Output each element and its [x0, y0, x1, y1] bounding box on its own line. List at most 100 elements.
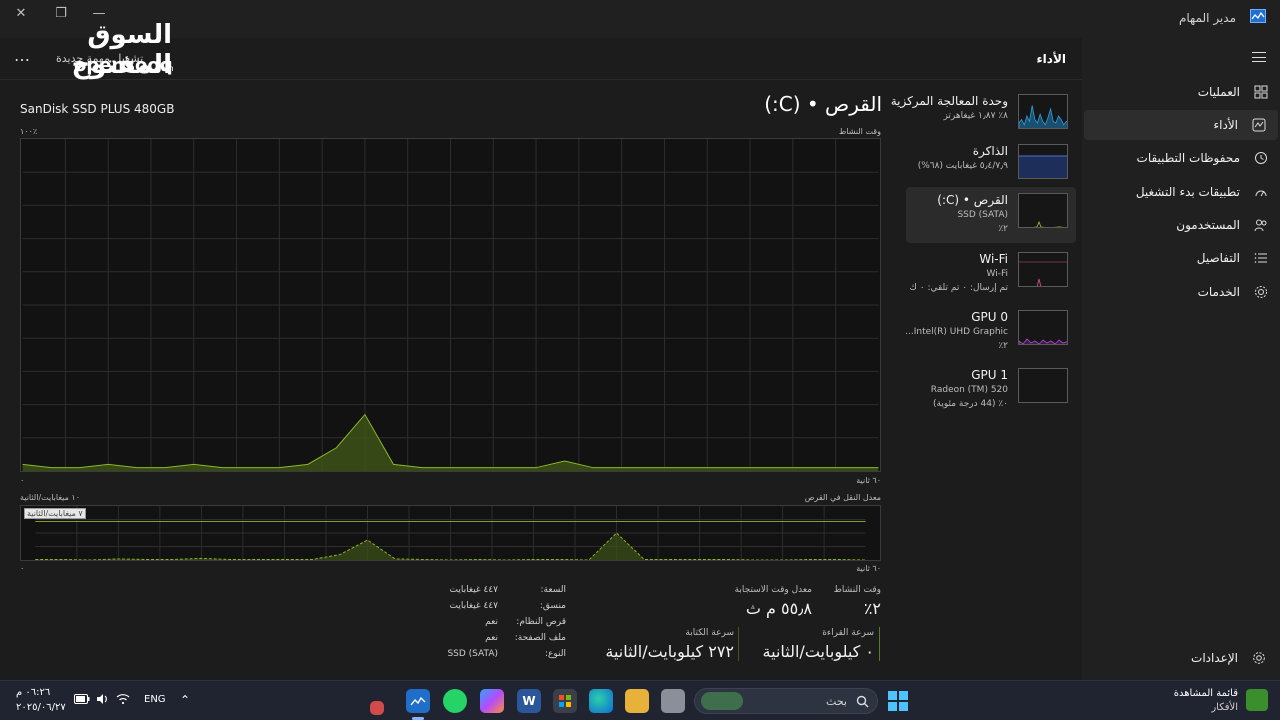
nav-item-users[interactable]: المستخدمون [1082, 210, 1280, 240]
nav-label: التفاصيل [1196, 251, 1240, 265]
nav-label: الخدمات [1197, 285, 1240, 299]
nav-label: الأداء [1213, 118, 1239, 132]
disk-title: القرص • (C:) [764, 92, 882, 116]
gpu0-thumbnail [1018, 310, 1068, 345]
chart1-zero: ٠ [20, 476, 25, 485]
resource-name: الذاكرة [972, 144, 1008, 158]
nav-item-processes[interactable]: العمليات [1082, 77, 1280, 107]
chart1-xmax: ٦٠ ثانية [856, 476, 881, 485]
edge-icon[interactable] [589, 689, 613, 713]
chart2-xmax: ٦٠ ثانية [856, 564, 881, 573]
resource-name: GPU 0 [971, 310, 1008, 324]
chart1-max: ١٠٠٪ [20, 127, 38, 136]
users-icon [1254, 219, 1267, 232]
wifi-icon[interactable] [116, 693, 130, 705]
watermark-logo: السوق المفتوح opensooq .com [22, 18, 182, 80]
resource-gpu0[interactable]: GPU 0 Intel(R) UHD Graphic... ٢٪ [905, 304, 1076, 360]
tray-overflow-chevron-icon[interactable]: ⌃ [180, 693, 190, 707]
type-value: SSD (SATA) [447, 649, 498, 659]
processes-icon [1254, 85, 1268, 99]
watermark-suffix: .com [154, 64, 174, 73]
language-indicator[interactable]: ENG [144, 694, 166, 705]
nav-sidebar: العمليات الأداء محفوظات التطبيقات تطبيقا… [1082, 38, 1280, 680]
word-icon[interactable]: W [517, 689, 541, 713]
resource-name: القرص • (C:) [937, 193, 1008, 207]
whatsapp-icon[interactable] [443, 689, 467, 713]
title-bar: ✕ ❐ — مدير المهام [0, 0, 1280, 38]
resource-usage: ٢٪ [998, 341, 1008, 351]
file-explorer-icon[interactable] [625, 689, 649, 713]
nav-item-performance[interactable]: الأداء [1084, 110, 1278, 140]
chart2-zero: ٠ [20, 564, 25, 573]
task-view-icon[interactable] [661, 689, 685, 713]
chart1-grid [22, 139, 879, 471]
response-time-label: معدل وقت الاستجابة [734, 585, 812, 595]
store-icon[interactable] [553, 689, 577, 713]
watchlist-title[interactable]: قائمة المشاهدة [1174, 688, 1238, 699]
nav-item-settings[interactable]: الإعدادات [1191, 651, 1266, 665]
nav-item-services[interactable]: الخدمات [1082, 277, 1280, 307]
resource-cpu[interactable]: وحدة المعالجة المركزية ٨٪ ١٫٨٧ غيغاهرتز [891, 88, 1076, 144]
capacity-value: ٤٤٧ غيغابايت [449, 585, 498, 595]
hamburger-menu-icon[interactable] [1252, 52, 1266, 62]
resource-memory[interactable]: الذاكرة ٥٫٤/٧٫٩ غيغابايت (٦٨%) [906, 138, 1076, 194]
read-speed-label: سرعة القراءة [822, 628, 874, 638]
copilot-icon[interactable] [480, 689, 504, 713]
chart1-label: وقت النشاط [838, 127, 881, 136]
task-manager-icon [1250, 9, 1266, 23]
resource-wifi[interactable]: Wi-Fi Wi-Fi تم إرسال: ٠ تم تلقي: ٠ ك [906, 246, 1076, 302]
taskbar: قائمة المشاهدة الأفكار بحث W ⌃ ENG ٠٦:٢٦… [0, 680, 1280, 720]
battery-icon[interactable] [74, 694, 90, 704]
resource-gpu1[interactable]: GPU 1 Radeon (TM) 520 ٠٪ (44 درجة مئوية) [906, 362, 1076, 418]
watchlist-subtitle: الأفكار [1211, 702, 1238, 713]
disk-sparkline [1033, 220, 1064, 227]
clock-date[interactable]: ٢٠٢٥/٠٦/٢٧ [16, 702, 66, 713]
memory-sparkline [1019, 155, 1067, 178]
wifi-thumbnail [1018, 252, 1068, 287]
nav-label: محفوظات التطبيقات [1136, 151, 1240, 165]
nav-item-details[interactable]: التفاصيل [1082, 243, 1280, 273]
resource-disk[interactable]: القرص • (C:) SSD (SATA) ٢٪ [906, 187, 1076, 243]
volume-icon[interactable] [96, 693, 110, 705]
search-placeholder: بحث [826, 695, 847, 708]
write-speed-value: ٢٧٢ كيلوبايت/الثانية [605, 642, 734, 661]
capacity-key: السعة: [540, 585, 566, 595]
windows-start-icon[interactable] [888, 691, 908, 711]
watchlist-icon[interactable] [1246, 689, 1268, 711]
clock-time[interactable]: ٠٦:٢٦ م [16, 687, 50, 698]
resource-detail: SSD (SATA) [957, 210, 1008, 220]
gear-icon [1253, 652, 1265, 664]
active-time-chart [20, 138, 881, 472]
resource-detail: Wi-Fi [986, 269, 1008, 279]
nav-label: تطبيقات بدء التشغيل [1135, 185, 1240, 199]
system-disk-key: قرص النظام: [516, 617, 566, 627]
chart2-inner-label: ٧ ميغابايت/الثانية [24, 508, 86, 519]
formatted-key: منسق: [539, 601, 566, 611]
transfer-rate-chart [20, 505, 881, 561]
write-divider [738, 627, 739, 661]
write-speed-label: سرعة الكتابة [685, 628, 734, 638]
resource-usage: تم إرسال: ٠ تم تلقي: ٠ ك [909, 283, 1008, 293]
resource-name: وحدة المعالجة المركزية [890, 94, 1008, 108]
gpu0-sparkline [1019, 338, 1067, 344]
chart2-grid [35, 506, 866, 560]
page-title: الأداء [1036, 52, 1066, 66]
wifi-sparkline [1019, 261, 1067, 286]
nav-item-startup-apps[interactable]: تطبيقات بدء التشغيل [1082, 177, 1280, 207]
settings-label: الإعدادات [1191, 651, 1238, 665]
gpu1-thumbnail [1018, 368, 1068, 403]
read-divider [879, 627, 880, 661]
cpu-thumbnail [1018, 94, 1068, 129]
nav-item-app-history[interactable]: محفوظات التطبيقات [1082, 143, 1280, 173]
resource-usage: ٠٪ (44 درجة مئوية) [932, 399, 1008, 409]
active-time-value: ٢٪ [863, 599, 881, 618]
resource-detail: Radeon (TM) 520 [930, 385, 1008, 395]
details-icon [1254, 253, 1267, 263]
nav-label: المستخدمون [1176, 218, 1240, 232]
system-disk-value: نعم [485, 617, 498, 627]
disk-thumbnail [1018, 193, 1068, 228]
task-manager-taskbar-icon[interactable] [406, 689, 430, 713]
small-app-icon[interactable] [370, 701, 384, 715]
taskbar-search[interactable]: بحث [694, 688, 878, 714]
resource-usage: ٢٪ [998, 224, 1008, 234]
